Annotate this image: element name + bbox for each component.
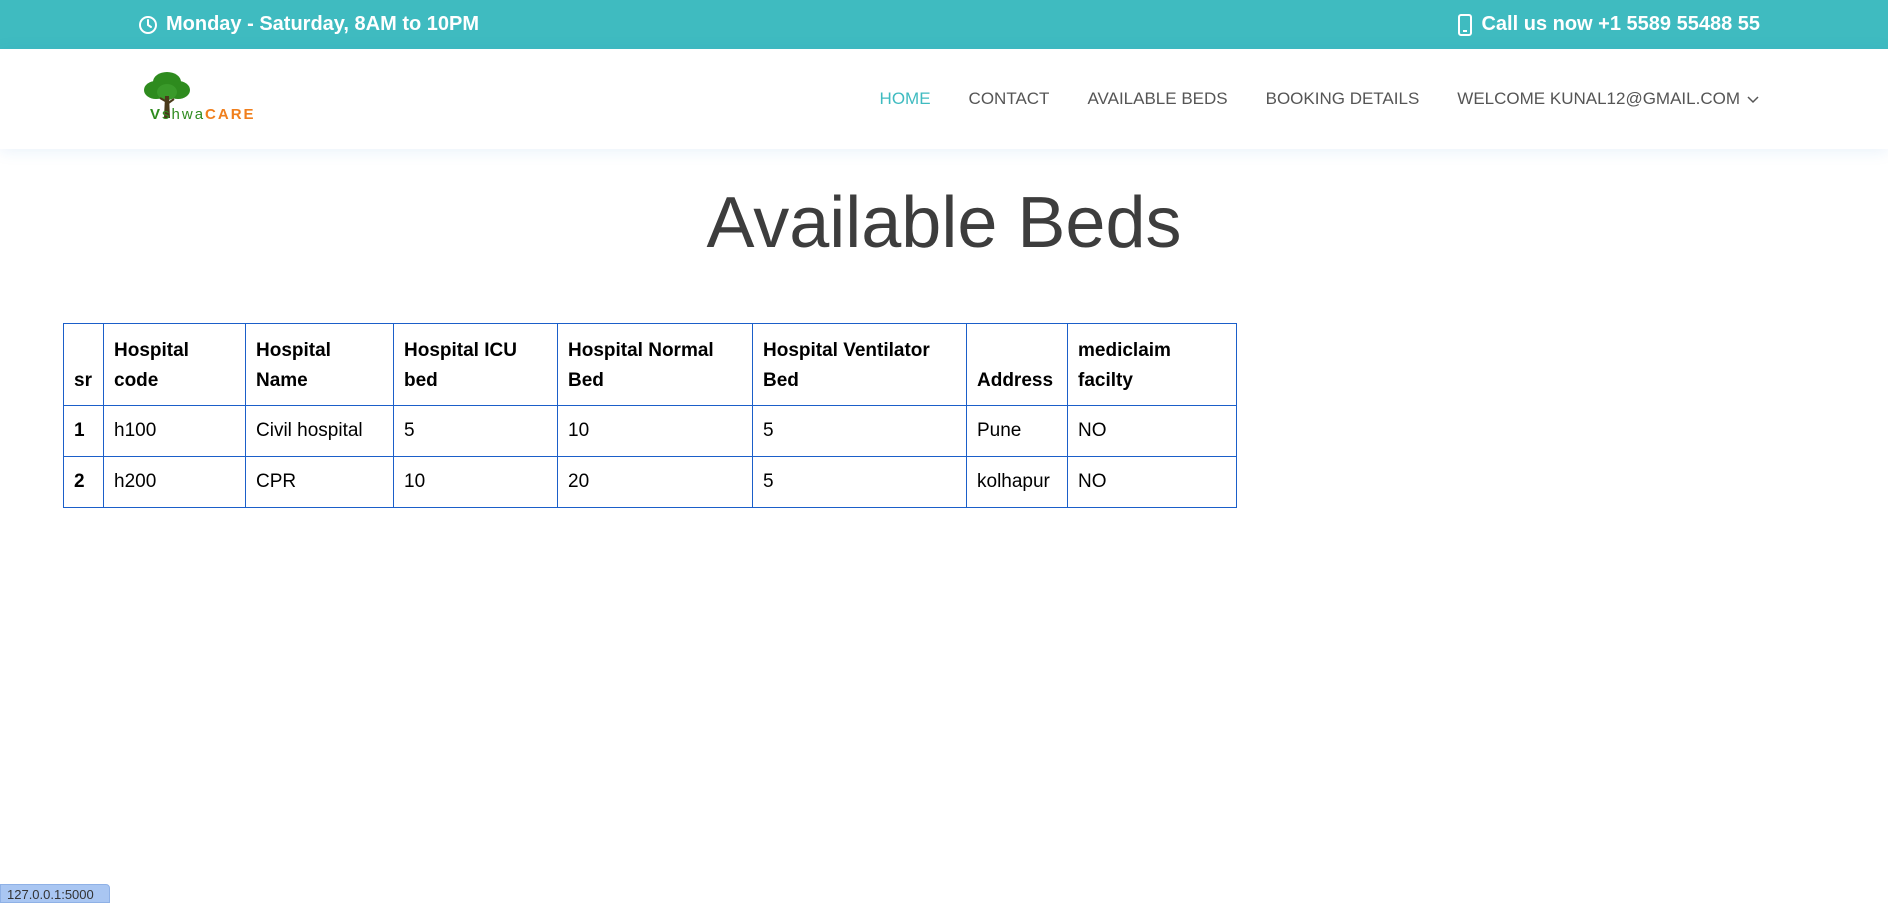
table-cell: CPR xyxy=(245,456,394,508)
table-cell: h200 xyxy=(103,456,246,508)
table-cell: 2 xyxy=(63,456,104,508)
user-menu-label: WELCOME KUNAL12@GMAIL.COM xyxy=(1457,89,1740,108)
nav-item-contact[interactable]: CONTACT xyxy=(969,89,1050,109)
table-cell: kolhapur xyxy=(966,456,1068,508)
nav-item-home[interactable]: HOME xyxy=(880,89,931,109)
table-cell: NO xyxy=(1067,405,1237,457)
chevron-down-icon xyxy=(1746,89,1760,109)
top-info-bar: Monday - Saturday, 8AM to 10PM Call us n… xyxy=(0,0,1888,49)
phone-text: Call us now +1 5589 55488 55 xyxy=(1481,13,1760,35)
column-header: Hospital Name xyxy=(245,323,394,406)
table-cell: 5 xyxy=(393,405,558,457)
table-cell: 20 xyxy=(557,456,753,508)
column-header: Hospital ICU bed xyxy=(393,323,558,406)
logo-text: VshwaCARE xyxy=(150,106,256,123)
column-header: sr xyxy=(63,323,104,406)
column-header: Address xyxy=(966,323,1068,406)
main-nav: HOME CONTACT AVAILABLE BEDS BOOKING DETA… xyxy=(880,89,1760,109)
beds-table: sr Hospital code Hospital Name Hospital … xyxy=(63,323,1237,508)
status-bar-url: 127.0.0.1:5000 xyxy=(0,884,110,903)
table-cell: 5 xyxy=(752,456,967,508)
table-cell: NO xyxy=(1067,456,1237,508)
table-cell: 5 xyxy=(752,405,967,457)
column-header: Hospital Ventilator Bed xyxy=(752,323,967,406)
phone-icon xyxy=(1457,13,1473,36)
table-row: 2 h200 CPR 10 20 5 kolhapur NO xyxy=(63,456,1237,508)
site-header: VshwaCARE HOME CONTACT AVAILABLE BEDS BO… xyxy=(0,49,1888,149)
nav-item-available-beds[interactable]: AVAILABLE BEDS xyxy=(1087,89,1227,109)
nav-item-booking-details[interactable]: BOOKING DETAILS xyxy=(1266,89,1420,109)
hours-text: Monday - Saturday, 8AM to 10PM xyxy=(166,13,480,35)
page-title: Available Beds xyxy=(706,183,1182,263)
table-cell: h100 xyxy=(103,405,246,457)
site-logo[interactable]: VshwaCARE xyxy=(140,71,256,127)
table-row: 1 h100 Civil hospital 5 10 5 Pune NO xyxy=(63,405,1237,457)
column-header: mediclaim facilty xyxy=(1067,323,1237,406)
table-cell: 10 xyxy=(393,456,558,508)
column-header: Hospital Normal Bed xyxy=(557,323,753,406)
table-header-row: sr Hospital code Hospital Name Hospital … xyxy=(63,323,1237,406)
table-cell: Pune xyxy=(966,405,1068,457)
hours-info: Monday - Saturday, 8AM to 10PM xyxy=(138,13,479,36)
phone-info: Call us now +1 5589 55488 55 xyxy=(1457,13,1760,36)
clock-icon xyxy=(138,15,158,35)
column-header: Hospital code xyxy=(103,323,246,406)
table-cell: Civil hospital xyxy=(245,405,394,457)
table-cell: 1 xyxy=(63,405,104,457)
nav-item-user-menu[interactable]: WELCOME KUNAL12@GMAIL.COM xyxy=(1457,89,1760,109)
table-cell: 10 xyxy=(557,405,753,457)
